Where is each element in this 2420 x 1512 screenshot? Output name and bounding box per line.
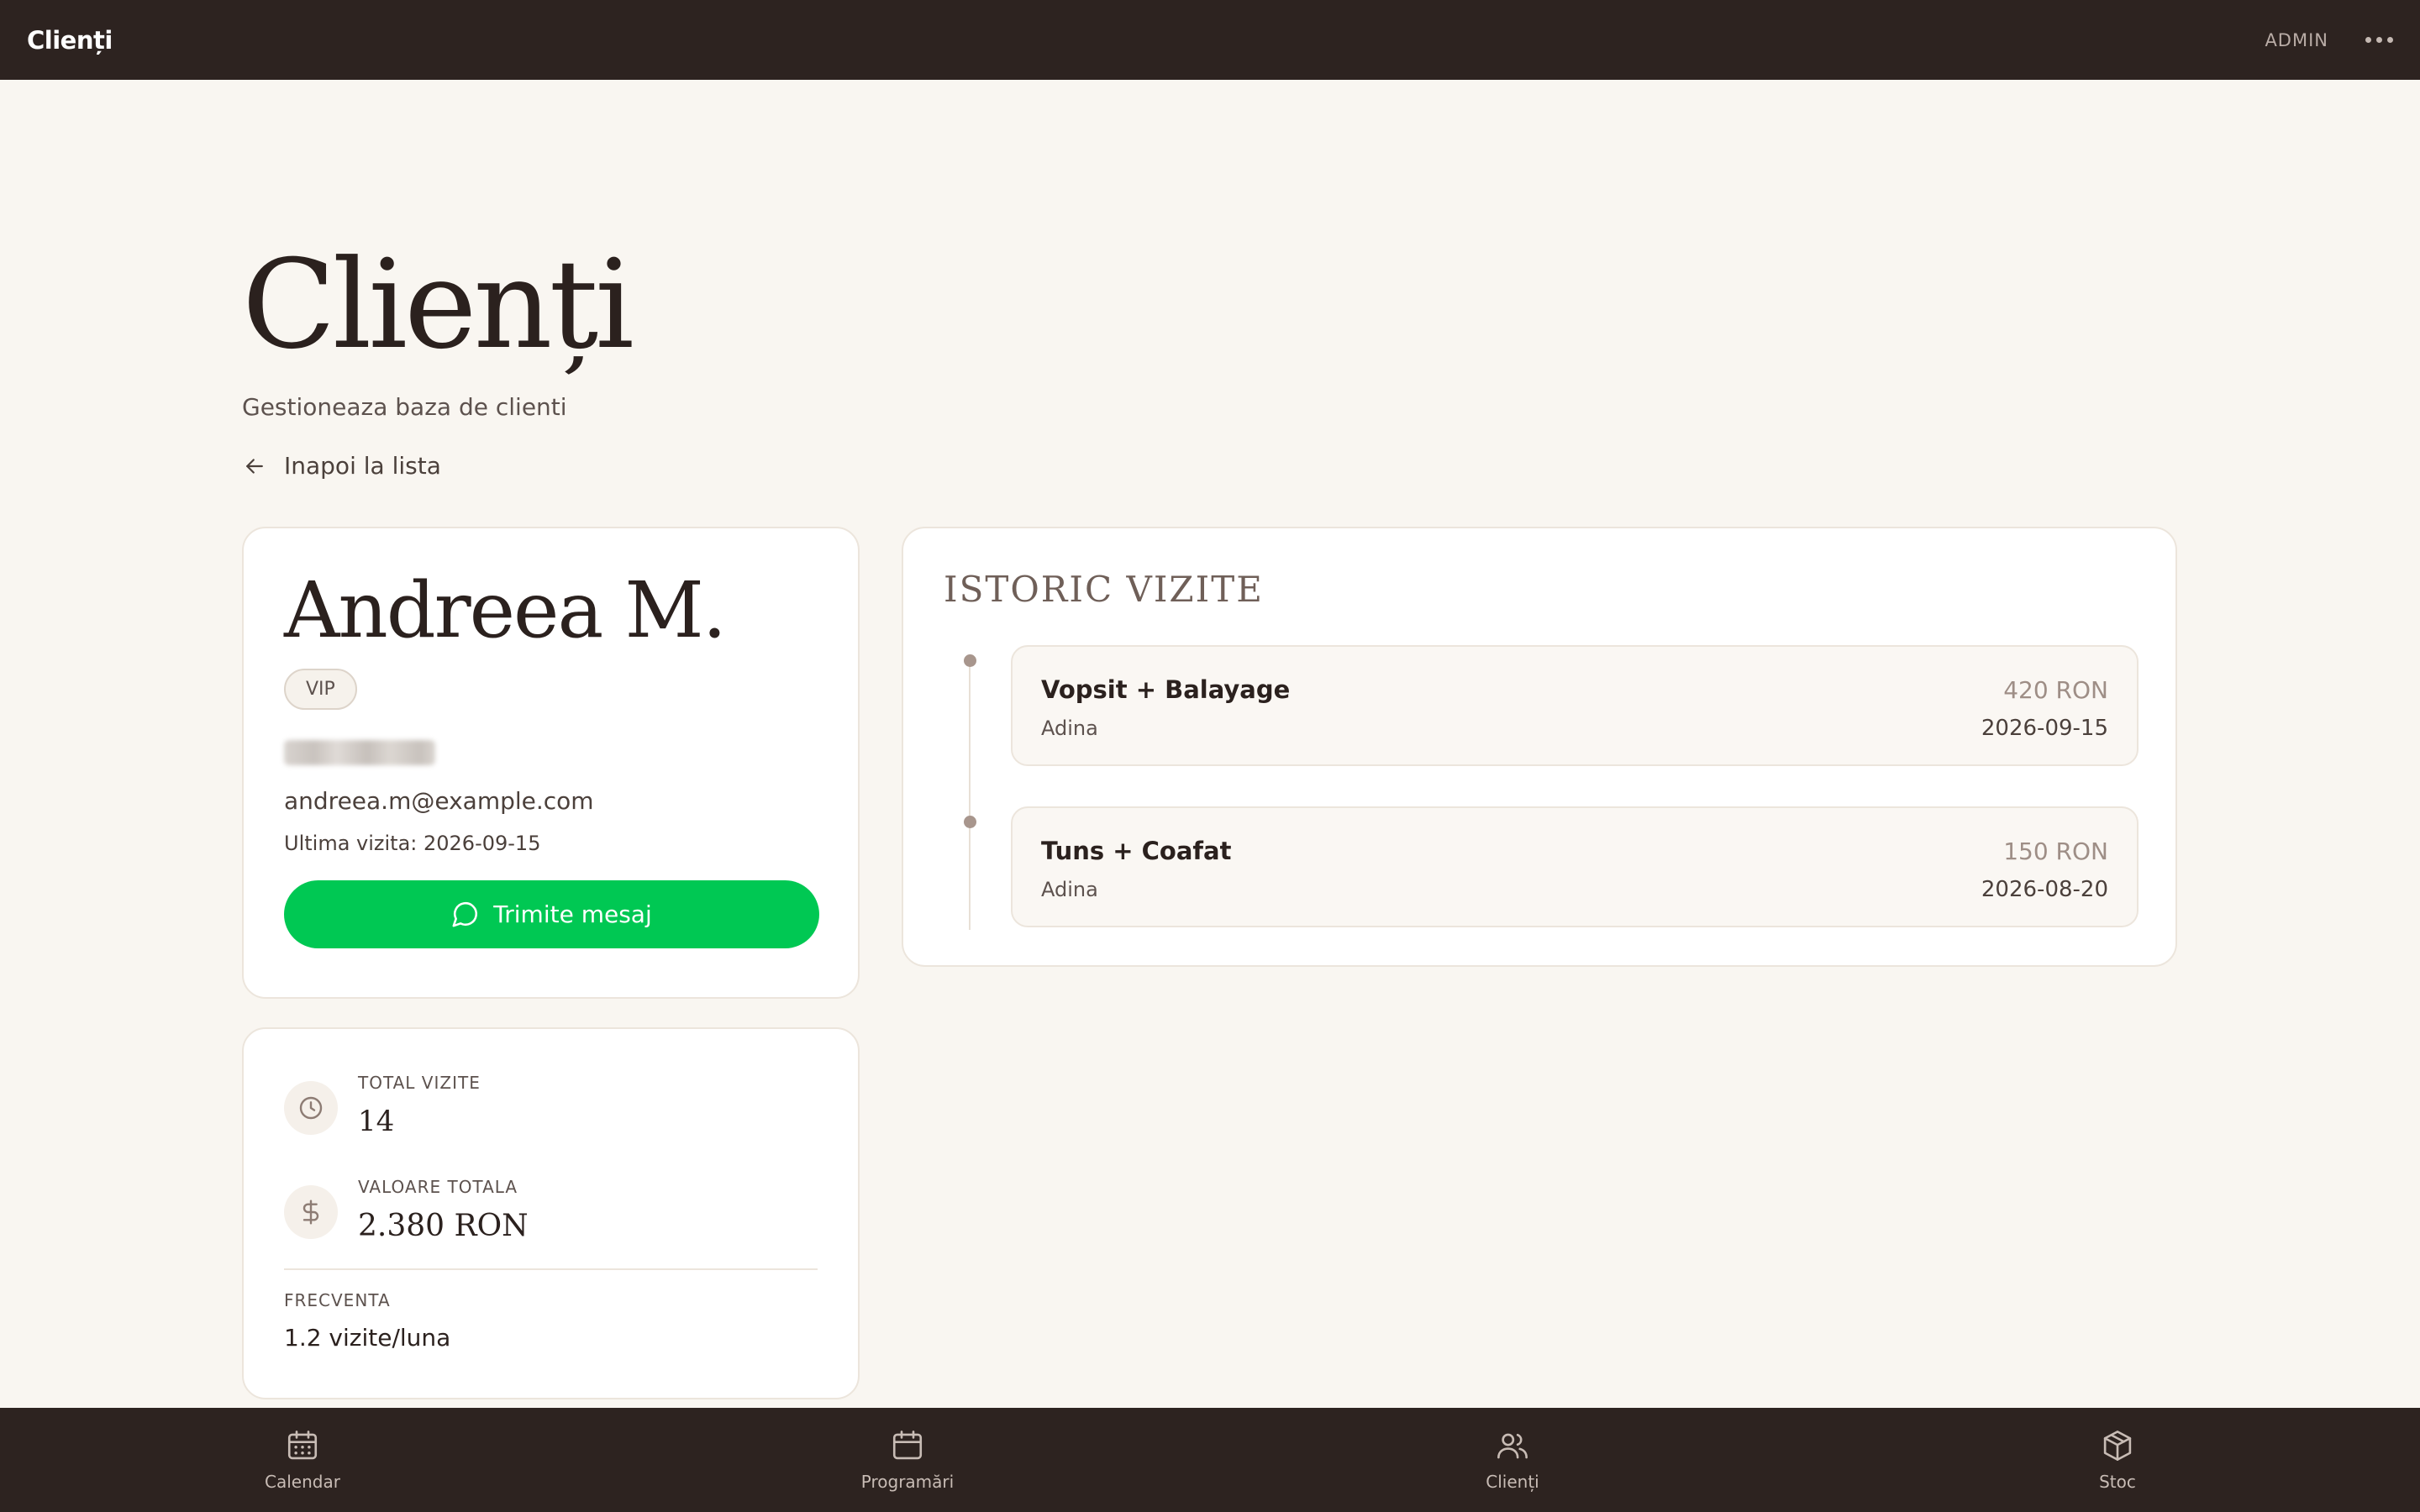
visit-date: 2026-08-20 xyxy=(1981,877,2108,902)
timeline-dot xyxy=(964,654,976,667)
top-bar: Clienți ADMIN xyxy=(0,0,2420,80)
client-name: Andreea M. xyxy=(284,565,727,655)
visit-row-top: Tuns + Coafat 150 RON xyxy=(1041,837,2108,865)
visit-price: 150 RON xyxy=(2003,837,2108,865)
frequency-label: FRECVENTA xyxy=(284,1290,391,1310)
nav-appointments[interactable]: Programări xyxy=(605,1408,1210,1512)
bottom-navigation: Calendar Programări Clienți Stoc xyxy=(0,1408,2420,1512)
admin-label[interactable]: ADMIN xyxy=(2265,30,2328,50)
nav-clients-label: Clienți xyxy=(1486,1472,1539,1492)
dot xyxy=(2376,37,2382,43)
back-link-label: Inapoi la lista xyxy=(284,452,441,480)
client-profile-card: Andreea M. VIP andreea.m@example.com Ult… xyxy=(242,527,860,999)
visit-item[interactable]: Tuns + Coafat 150 RON Adina 2026-08-20 xyxy=(1011,806,2139,927)
nav-calendar-label: Calendar xyxy=(265,1472,340,1492)
timeline-line xyxy=(969,654,971,930)
visit-stylist: Adina xyxy=(1041,717,1098,740)
clock-icon xyxy=(284,1081,338,1135)
visit-service: Tuns + Coafat xyxy=(1041,837,1232,865)
total-value-label: VALOARE TOTALA xyxy=(358,1177,518,1197)
app-title: Clienți xyxy=(27,25,113,55)
send-message-label: Trimite mesaj xyxy=(493,900,652,928)
top-bar-right: ADMIN xyxy=(2265,29,2393,51)
more-dots-icon[interactable] xyxy=(2365,29,2393,51)
client-stats-card: TOTAL VIZITE 14 VALOARE TOTALA 2.380 RON… xyxy=(242,1027,860,1399)
users-icon xyxy=(1497,1433,1528,1459)
page-subtitle: Gestioneaza baza de clienti xyxy=(242,393,567,421)
visit-item[interactable]: Vopsit + Balayage 420 RON Adina 2026-09-… xyxy=(1011,645,2139,766)
visit-stylist: Adina xyxy=(1041,878,1098,901)
divider xyxy=(284,1268,818,1270)
box-icon xyxy=(2103,1431,2132,1461)
total-visits-label: TOTAL VIZITE xyxy=(358,1073,481,1093)
arrow-left-icon xyxy=(246,458,263,474)
nav-clients[interactable]: Clienți xyxy=(1210,1408,1815,1512)
dot xyxy=(2387,37,2393,43)
vip-badge: VIP xyxy=(284,668,357,710)
calendar-grid-icon xyxy=(287,1431,318,1460)
nav-stock[interactable]: Stoc xyxy=(1815,1408,2420,1512)
phone-number-redacted xyxy=(284,739,435,765)
page-title: Clienți xyxy=(242,234,634,376)
chat-bubble-icon xyxy=(452,902,478,927)
visit-row-bottom: Adina 2026-08-20 xyxy=(1041,877,2108,902)
client-email[interactable]: andreea.m@example.com xyxy=(284,787,818,815)
calendar-icon xyxy=(892,1431,923,1460)
total-value-value: 2.380 RON xyxy=(358,1209,529,1243)
visit-history-title: ISTORIC VIZITE xyxy=(944,569,1264,610)
visit-row-bottom: Adina 2026-09-15 xyxy=(1041,716,2108,741)
dot xyxy=(2365,37,2371,43)
nav-calendar[interactable]: Calendar xyxy=(0,1408,605,1512)
send-message-button[interactable]: Trimite mesaj xyxy=(284,879,819,948)
total-visits-value: 14 xyxy=(358,1105,395,1138)
frequency-value: 1.2 vizite/luna xyxy=(284,1324,451,1352)
nav-stock-label: Stoc xyxy=(2099,1472,2136,1492)
stat-total-visits: TOTAL VIZITE 14 xyxy=(284,1073,818,1138)
visit-date: 2026-09-15 xyxy=(1981,716,2108,741)
visit-price: 420 RON xyxy=(2003,676,2108,704)
back-to-list-link[interactable]: Inapoi la lista xyxy=(242,452,441,480)
timeline-dot xyxy=(964,816,976,828)
nav-appointments-label: Programări xyxy=(860,1472,955,1492)
dollar-icon xyxy=(284,1185,338,1239)
visit-service: Vopsit + Balayage xyxy=(1041,675,1291,704)
stat-total-value: VALOARE TOTALA 2.380 RON xyxy=(284,1177,818,1243)
visit-row-top: Vopsit + Balayage 420 RON xyxy=(1041,675,2108,704)
visit-history-card: ISTORIC VIZITE Vopsit + Balayage 420 RON… xyxy=(902,527,2177,967)
last-visit: Ultima vizita: 2026-09-15 xyxy=(284,831,541,855)
